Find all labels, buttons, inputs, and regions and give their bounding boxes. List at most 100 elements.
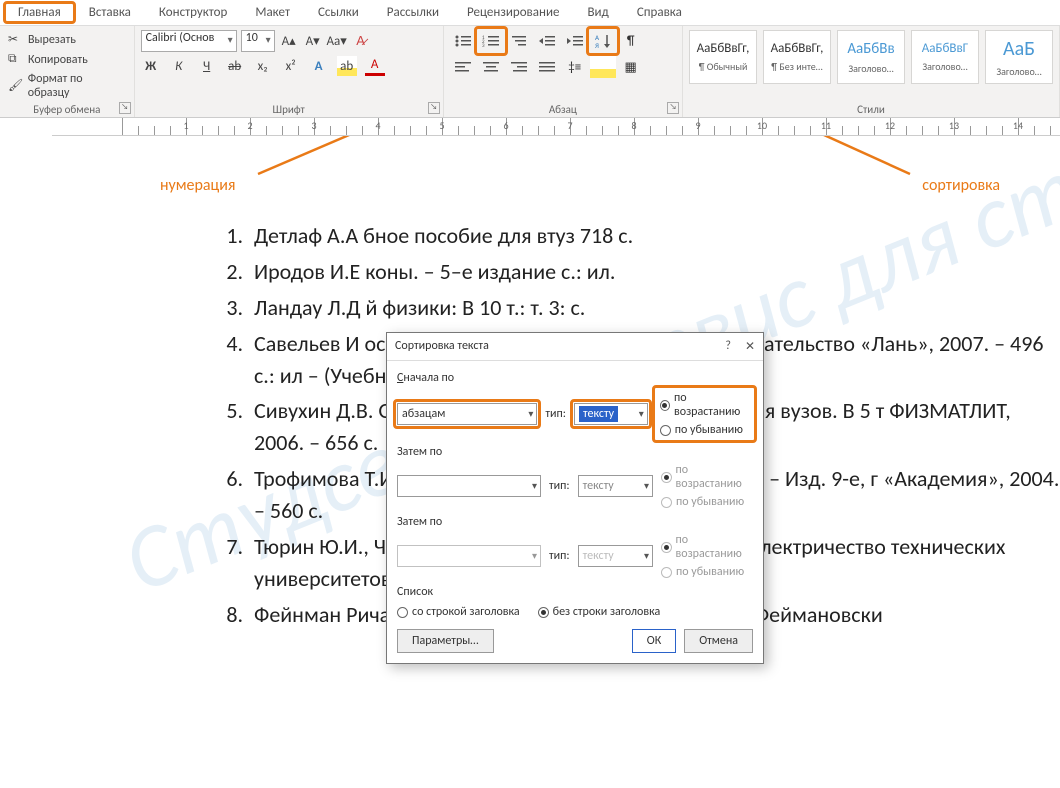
cancel-button[interactable]: Отмена xyxy=(684,629,753,653)
borders-icon[interactable]: ▦ xyxy=(618,56,644,78)
underline-icon[interactable]: Ч xyxy=(197,56,217,76)
menu-layout[interactable]: Макет xyxy=(241,2,304,23)
decrease-font-icon[interactable]: A▾ xyxy=(303,31,323,51)
radio-descending[interactable]: по убыванию xyxy=(660,423,749,437)
arrow-to-numbering-icon xyxy=(250,136,530,184)
svg-text:1: 1 xyxy=(482,35,485,41)
paragraph-launcher[interactable]: ↘ xyxy=(667,102,679,114)
menu-bar: Главная Вставка Конструктор Макет Ссылки… xyxy=(0,0,1060,26)
italic-icon[interactable]: К xyxy=(169,56,189,76)
then2-select xyxy=(397,545,541,567)
dialog-titlebar[interactable]: Сортировка текста ? ✕ xyxy=(387,333,763,361)
align-left-icon[interactable] xyxy=(450,56,476,78)
label-first-by: Сначала по xyxy=(397,371,753,385)
menu-home[interactable]: Главная xyxy=(4,2,75,23)
menu-design[interactable]: Конструктор xyxy=(145,2,241,23)
radio-without-header[interactable]: без строки заголовка xyxy=(538,605,661,619)
type-label: тип: xyxy=(545,407,566,421)
annotation-sort: сортировка xyxy=(922,176,1000,195)
paragraph-group-label: Абзац xyxy=(444,103,682,116)
superscript-icon[interactable]: x² xyxy=(281,56,301,76)
then1-radio-desc: по убыванию xyxy=(661,495,753,509)
style-title[interactable]: АаБЗаголово… xyxy=(985,30,1053,84)
menu-review[interactable]: Рецензирование xyxy=(453,2,573,23)
help-icon[interactable]: ? xyxy=(725,339,731,354)
clipboard-launcher[interactable]: ↘ xyxy=(119,102,131,114)
decrease-indent-icon[interactable] xyxy=(534,30,560,52)
then1-type-select[interactable]: тексту xyxy=(578,475,653,497)
style-normal[interactable]: АаБбВвГг,¶ Обычный xyxy=(689,30,757,84)
shading-icon[interactable] xyxy=(590,56,616,78)
sort-by-select[interactable]: абзацам xyxy=(397,403,537,425)
ok-button[interactable]: ОК xyxy=(632,629,676,653)
subscript-icon[interactable]: x₂ xyxy=(253,56,273,76)
clear-formatting-icon[interactable]: A̷ xyxy=(351,31,371,51)
label-list: Список xyxy=(397,585,753,599)
close-icon[interactable]: ✕ xyxy=(745,339,755,354)
brush-icon: 🖌 xyxy=(8,78,24,94)
increase-font-icon[interactable]: A▴ xyxy=(279,31,299,51)
list-item[interactable]: Детлаф А.А бное пособие для втуз 718 с. xyxy=(248,220,1060,252)
ribbon-group-font: Calibri (Основ 10 A▴ A▾ Aa▾ A̷ Ж К Ч ab … xyxy=(135,26,444,117)
sort-dialog: Сортировка текста ? ✕ Сначала по абзацам… xyxy=(386,332,764,664)
clipboard-group-label: Буфер обмена xyxy=(0,103,134,116)
ribbon-group-paragraph: 123 АЯ ¶ ‡≡ ▦ Абзац ↘ xyxy=(444,26,683,117)
line-spacing-icon[interactable]: ‡≡ xyxy=(562,56,588,78)
bullets-icon[interactable] xyxy=(450,30,476,52)
highlight-icon[interactable]: ab xyxy=(337,56,357,76)
change-case-icon[interactable]: Aa▾ xyxy=(327,31,347,51)
ruler[interactable]: 1234567891011121314 xyxy=(52,118,1060,136)
increase-indent-icon[interactable] xyxy=(562,30,588,52)
multilevel-list-icon[interactable] xyxy=(506,30,532,52)
list-item[interactable]: Иродов И.Е коны. – 5–е издание с.: ил. xyxy=(248,256,1060,288)
ribbon-group-styles: АаБбВвГг,¶ Обычный АаБбВвГг,¶ Без инте… … xyxy=(683,26,1060,117)
bold-icon[interactable]: Ж xyxy=(141,56,161,76)
dialog-title-text: Сортировка текста xyxy=(395,339,489,354)
font-name-select[interactable]: Calibri (Основ xyxy=(141,30,237,52)
list-item[interactable]: Ландау Л.Д й физики: В 10 т.: т. 3: с. xyxy=(248,292,1060,324)
menu-references[interactable]: Ссылки xyxy=(304,2,373,23)
font-color-icon[interactable]: A xyxy=(365,56,385,76)
label-then-by-2: Затем по xyxy=(397,515,753,529)
copy-button[interactable]: ⧉ Копировать xyxy=(6,50,128,70)
then2-type-label: тип: xyxy=(549,549,570,563)
text-effects-icon[interactable]: A xyxy=(309,56,329,76)
then2-type-select: тексту xyxy=(578,545,653,567)
menu-mailings[interactable]: Рассылки xyxy=(373,2,453,23)
justify-icon[interactable] xyxy=(534,56,560,78)
font-group-label: Шрифт xyxy=(135,103,443,116)
radio-with-header[interactable]: со строкой заголовка xyxy=(397,605,520,619)
copy-label: Копировать xyxy=(28,53,88,67)
cut-label: Вырезать xyxy=(28,33,76,47)
font-launcher[interactable]: ↘ xyxy=(428,102,440,114)
align-right-icon[interactable] xyxy=(506,56,532,78)
params-button[interactable]: Параметры… xyxy=(397,629,494,653)
then2-radio-asc: по возрастанию xyxy=(661,533,753,561)
style-heading1[interactable]: АаБбВвЗаголово… xyxy=(837,30,905,84)
menu-help[interactable]: Справка xyxy=(623,2,696,23)
style-nospacing[interactable]: АаБбВвГг,¶ Без инте… xyxy=(763,30,831,84)
cut-button[interactable]: ✂ Вырезать xyxy=(6,30,128,50)
ribbon: ✂ Вырезать ⧉ Копировать 🖌 Формат по обра… xyxy=(0,26,1060,118)
show-hide-icon[interactable]: ¶ xyxy=(618,30,644,52)
menu-view[interactable]: Вид xyxy=(573,2,622,23)
sort-icon[interactable]: АЯ xyxy=(590,30,616,52)
strikethrough-icon[interactable]: ab xyxy=(225,56,245,76)
styles-group-label: Стили xyxy=(683,103,1059,116)
style-heading2[interactable]: АаБбВвГЗаголово… xyxy=(911,30,979,84)
font-size-select[interactable]: 10 xyxy=(241,30,275,52)
copy-icon: ⧉ xyxy=(8,52,24,68)
sort-type-select[interactable]: тексту xyxy=(574,403,648,425)
radio-ascending[interactable]: по возрастанию xyxy=(660,391,749,419)
svg-text:Я: Я xyxy=(595,41,599,49)
align-center-icon[interactable] xyxy=(478,56,504,78)
arrow-to-sort-icon xyxy=(660,136,920,184)
numbering-icon[interactable]: 123 xyxy=(478,30,504,52)
menu-insert[interactable]: Вставка xyxy=(75,2,145,23)
font-name-value: Calibri (Основ xyxy=(146,31,215,45)
format-painter-button[interactable]: 🖌 Формат по образцу xyxy=(6,70,128,102)
then1-select[interactable] xyxy=(397,475,541,497)
svg-text:2: 2 xyxy=(482,39,485,45)
then2-radio-desc: по убыванию xyxy=(661,565,753,579)
svg-text:А: А xyxy=(595,33,600,42)
